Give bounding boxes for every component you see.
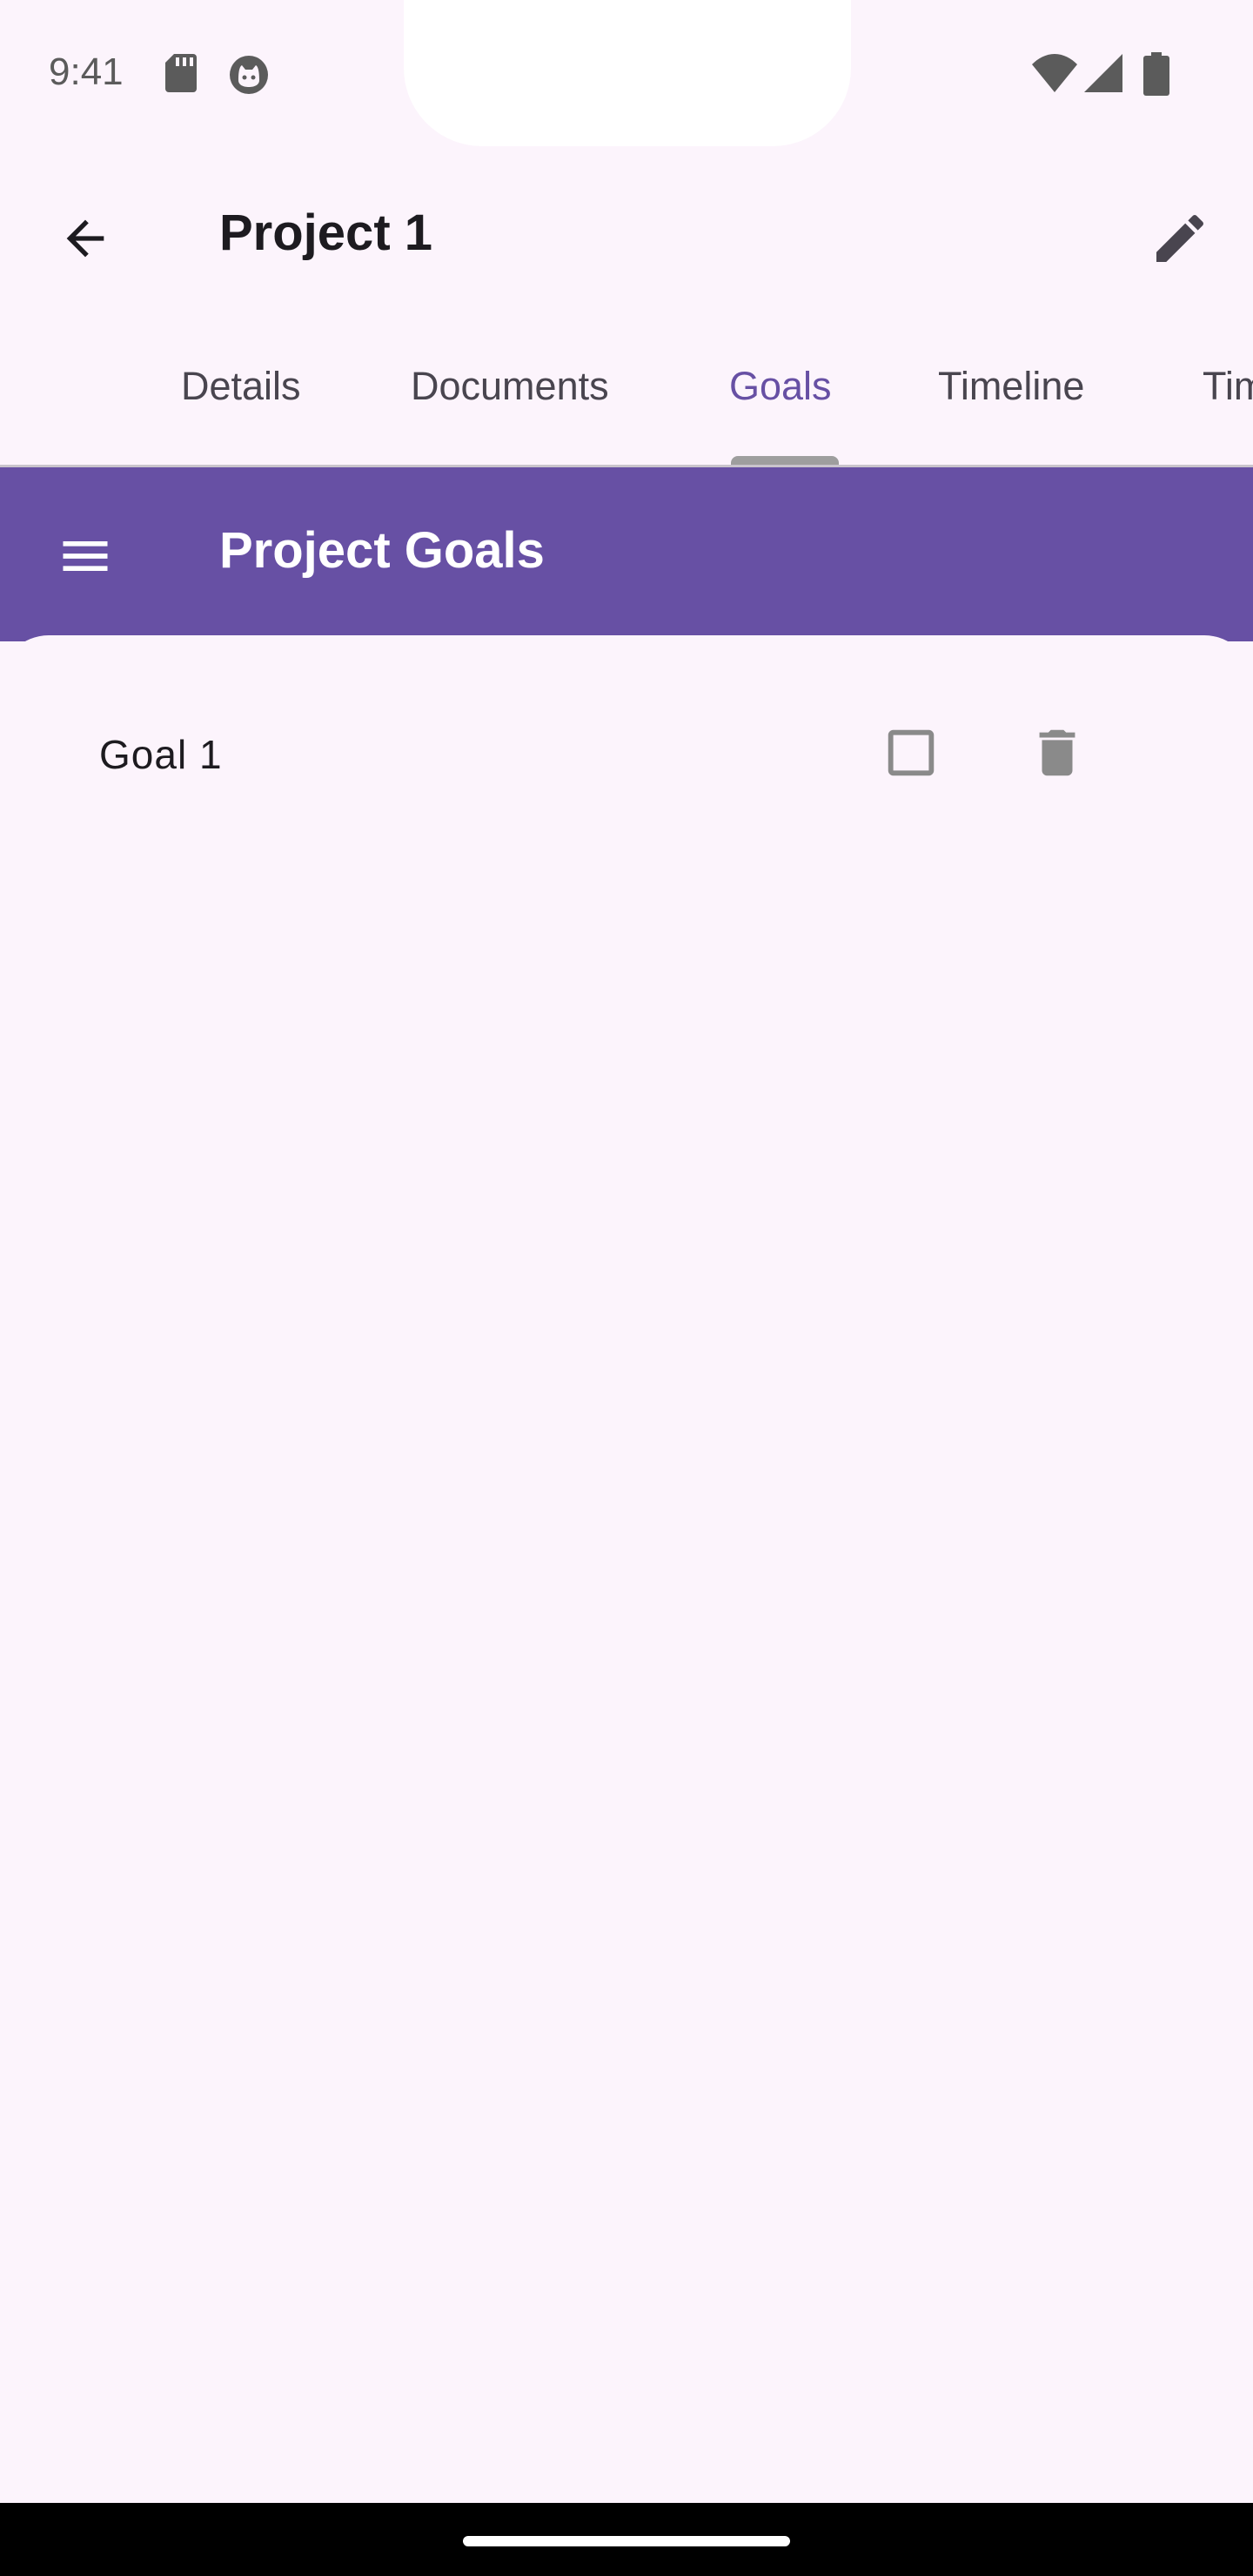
home-indicator[interactable] — [463, 2536, 790, 2546]
app-bar: Project 1 — [0, 148, 1253, 322]
goals-list: Goal 1 — [0, 635, 1253, 2503]
hamburger-menu-icon — [63, 541, 108, 571]
pencil-icon — [1156, 214, 1204, 262]
tab-timeline[interactable]: Timeline — [938, 364, 1084, 409]
signal-icon — [1084, 54, 1122, 92]
delete-goal-button[interactable] — [1027, 722, 1088, 783]
tab-bar: Details Documents Goals Timeline Tim — [0, 322, 1253, 467]
cat-icon — [230, 56, 268, 94]
tab-documents[interactable]: Documents — [411, 364, 609, 409]
trash-icon — [1039, 729, 1075, 776]
goal-checkbox[interactable] — [881, 722, 941, 783]
back-button[interactable] — [42, 195, 129, 282]
tab-overflow[interactable]: Tim — [1203, 364, 1253, 409]
battery-icon — [1143, 52, 1169, 96]
status-bar: 9:41 — [0, 0, 1253, 148]
active-tab-indicator — [731, 456, 839, 465]
sd-card-icon — [165, 54, 197, 92]
arrow-back-icon — [66, 219, 104, 258]
navigation-bar — [0, 2503, 1253, 2576]
checkbox-unchecked-icon — [888, 729, 935, 776]
page-title: Project 1 — [219, 205, 432, 261]
goals-header: Project Goals — [0, 467, 1253, 641]
tab-goals[interactable]: Goals — [729, 364, 832, 409]
goals-title: Project Goals — [219, 522, 545, 579]
tab-details[interactable]: Details — [181, 364, 301, 409]
camera-notch — [404, 0, 851, 146]
goal-label: Goal 1 — [99, 732, 223, 777]
wifi-icon — [1032, 54, 1077, 92]
status-time: 9:41 — [49, 50, 124, 93]
list-item: Goal 1 — [0, 688, 1253, 818]
edit-button[interactable] — [1136, 195, 1223, 282]
menu-button[interactable] — [42, 513, 129, 600]
